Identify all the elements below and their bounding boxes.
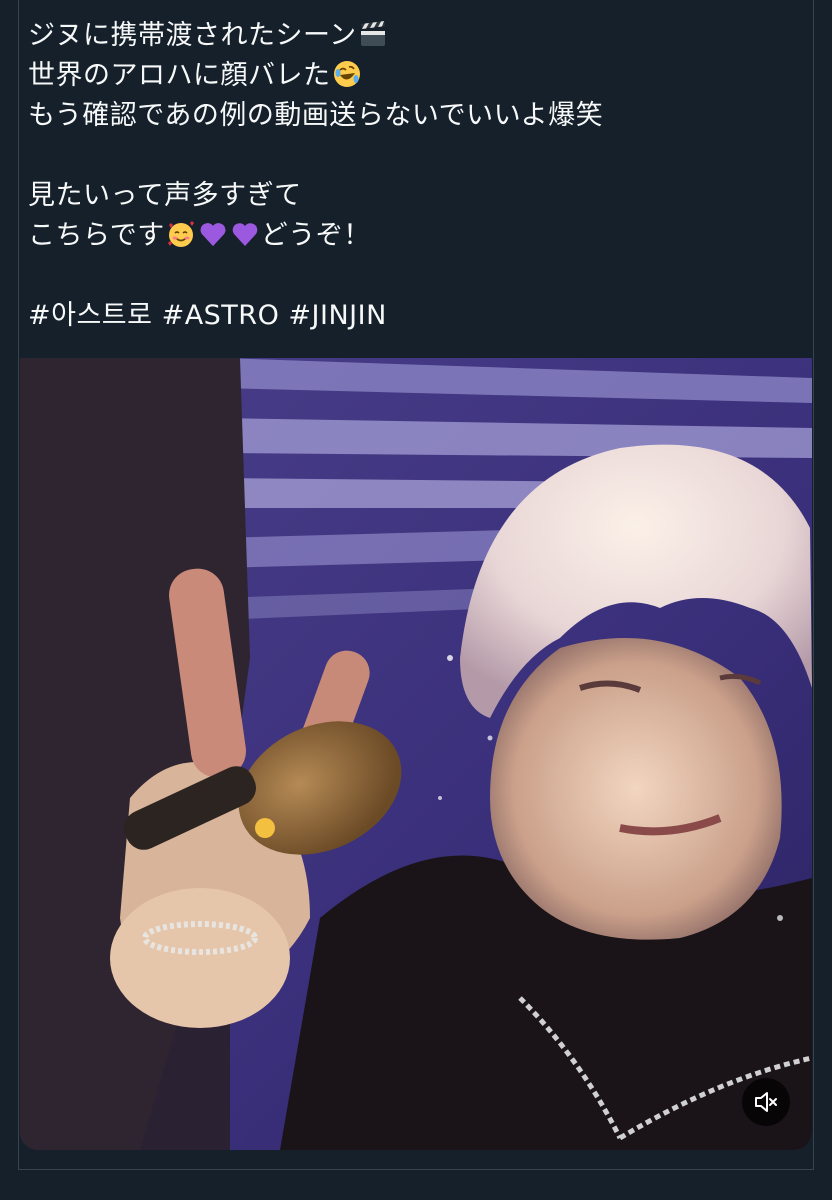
- tweet-line-2-text: 世界のアロハに顔バレた: [28, 60, 331, 91]
- clapper-board-icon: [358, 19, 388, 49]
- smiling-hearts-icon: [166, 219, 196, 249]
- tweet-line-4: 見たいって声多すぎて: [28, 180, 302, 211]
- purple-heart-icon: [198, 219, 228, 249]
- purple-heart-icon: [230, 219, 260, 249]
- page: ジヌに携帯渡されたシーン 世界のアロハに顔バレた もう確認であの例の動画送らない…: [0, 0, 832, 1200]
- hashtag-astro[interactable]: #ASTRO: [162, 300, 280, 331]
- tweet-line-6-text: どうぞ！: [260, 220, 371, 251]
- video-player[interactable]: [20, 358, 812, 1150]
- tweet-line-5-text: こちらです: [28, 220, 165, 251]
- video-frame: [20, 358, 812, 1150]
- tweet-line-1: ジヌに携帯渡されたシーン: [28, 16, 768, 56]
- speaker-muted-icon: [755, 1092, 777, 1112]
- tweet-line-2: 世界のアロハに顔バレた: [28, 56, 768, 96]
- rolling-laughing-icon: [332, 59, 362, 89]
- tweet-line-1-text: ジヌに携帯渡されたシーン: [28, 20, 357, 51]
- tweet-line-3: もう確認であの例の動画送らないでいいよ爆笑: [28, 100, 604, 131]
- hashtag-line: #아스트로 #ASTRO #JINJIN: [28, 296, 768, 336]
- hashtag-jinjin[interactable]: #JINJIN: [288, 300, 386, 331]
- mute-button[interactable]: [742, 1078, 790, 1126]
- tweet-text: ジヌに携帯渡されたシーン 世界のアロハに顔バレた もう確認であの例の動画送らない…: [28, 16, 768, 336]
- hashtag-astro-korean[interactable]: #아스트로: [28, 300, 152, 331]
- tweet-line-5: こちらです どうぞ！: [28, 216, 768, 256]
